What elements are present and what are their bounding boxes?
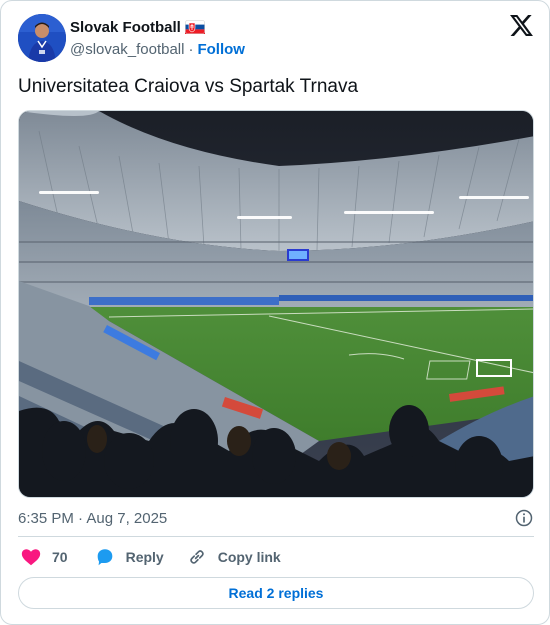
read-replies-label: Read 2 replies — [228, 585, 324, 601]
reply-label: Reply — [125, 549, 164, 565]
heart-icon — [21, 549, 41, 566]
reply-button[interactable]: Reply — [94, 546, 164, 568]
divider — [18, 536, 534, 537]
x-logo-icon[interactable] — [510, 15, 533, 36]
author-name[interactable]: Slovak Football — [70, 19, 181, 36]
avatar-image — [18, 14, 66, 62]
stadium-photo — [19, 111, 533, 497]
copy-link-button[interactable]: Copy link — [186, 546, 281, 568]
tweet-actions: 70 Reply Copy link — [18, 545, 281, 569]
separator-dot: · — [188, 40, 194, 58]
copy-link-label: Copy link — [217, 549, 281, 565]
tweet-text: Universitatea Craiova vs Spartak Trnava — [18, 76, 359, 97]
follow-link[interactable]: Follow — [197, 41, 245, 58]
author-handle[interactable]: @slovak_football — [70, 41, 184, 58]
tweet-meta-row: 6:35 PM · Aug 7, 2025 — [18, 508, 534, 528]
author-name-row: Slovak Football — [70, 18, 205, 36]
slovakia-flag-icon — [184, 20, 205, 34]
avatar[interactable] — [18, 14, 66, 62]
link-icon — [189, 550, 204, 564]
tweet-embed-card: Slovak Football @slovak_football · Follo… — [0, 0, 550, 625]
author-handle-row: @slovak_football · Follow — [70, 40, 245, 58]
tweet-media-photo[interactable] — [18, 110, 534, 498]
info-icon[interactable] — [514, 508, 534, 528]
like-count: 70 — [52, 549, 68, 565]
read-replies-button[interactable]: Read 2 replies — [18, 577, 534, 609]
tweet-timestamp[interactable]: 6:35 PM · Aug 7, 2025 — [18, 510, 167, 527]
like-button[interactable]: 70 — [18, 546, 68, 568]
reply-bubble-icon — [97, 549, 112, 566]
